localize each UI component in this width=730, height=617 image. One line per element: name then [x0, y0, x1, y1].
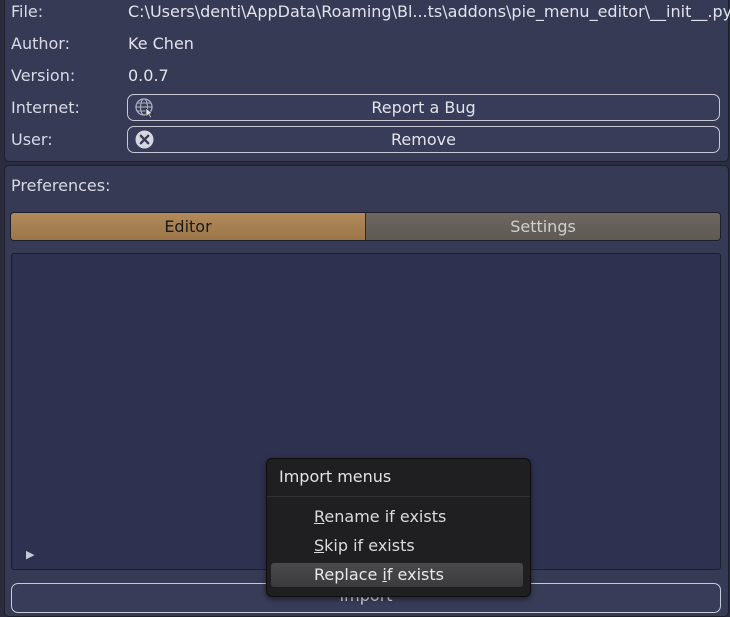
report-bug-label: Report a Bug: [371, 98, 476, 117]
preferences-label: Preferences:: [11, 176, 111, 195]
tab-settings[interactable]: Settings: [365, 213, 720, 240]
report-bug-button[interactable]: Report a Bug: [127, 94, 720, 121]
menu-item-label: Rename if exists: [314, 507, 447, 526]
remove-button[interactable]: Remove: [127, 126, 720, 153]
author-label: Author:: [11, 34, 70, 53]
menu-separator: [267, 496, 530, 497]
menu-item-label: Skip if exists: [314, 536, 415, 555]
version-label: Version:: [11, 66, 76, 85]
file-path-value: C:\Users\denti\AppData\Roaming\Bl...ts\a…: [128, 2, 730, 21]
menu-item-label: Replace if exists: [314, 565, 444, 584]
menu-item-replace-if-exists[interactable]: Replace if exists: [271, 563, 523, 587]
internet-label: Internet:: [11, 98, 80, 117]
file-label: File:: [11, 2, 44, 21]
tab-editor[interactable]: Editor: [11, 213, 365, 240]
x-circle-icon: [134, 129, 155, 150]
globe-cursor-icon: [134, 97, 155, 119]
author-value: Ke Chen: [128, 34, 194, 53]
disclosure-triangle-icon[interactable]: ▶: [26, 548, 34, 561]
menu-item-skip-if-exists[interactable]: Skip if exists: [271, 534, 523, 558]
version-value: 0.0.7: [128, 66, 169, 85]
import-menus-title: Import menus: [279, 467, 392, 486]
menu-item-rename-if-exists[interactable]: Rename if exists: [271, 505, 523, 529]
import-menus-popup: Import menus Rename if exists Skip if ex…: [266, 458, 531, 597]
remove-label: Remove: [391, 130, 456, 149]
user-label: User:: [11, 130, 53, 149]
preferences-tabs: Editor Settings: [10, 212, 721, 241]
